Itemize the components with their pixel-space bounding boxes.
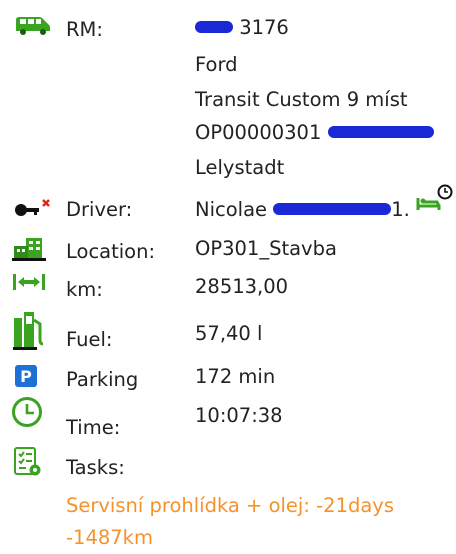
- vehicle-model: Transit Custom 9 míst: [195, 88, 408, 111]
- vehicle-make: Ford: [195, 53, 238, 76]
- task-list-icon[interactable]: [13, 446, 43, 478]
- parking-label: Parking: [66, 368, 139, 391]
- km-row: km: 28513,00: [0, 268, 456, 304]
- time-label: Time:: [66, 416, 121, 439]
- vehicle-location-city: Lelystadt: [195, 156, 285, 179]
- van-icon: [16, 17, 50, 35]
- driver-value: Nicolae 1.: [195, 194, 410, 227]
- location-row: Location: OP301_Stavba: [0, 230, 456, 266]
- plate-suffix: 3176: [239, 16, 289, 39]
- parking-value: 172 min: [195, 365, 276, 388]
- vehicle-label: RM:: [66, 18, 103, 41]
- vehicle-code-text: OP00000301: [195, 121, 322, 144]
- location-value: OP301_Stavba: [195, 237, 337, 260]
- km-value: 28513,00: [195, 275, 289, 298]
- fuel-value: 57,40 l: [195, 322, 263, 345]
- code-redaction: [327, 125, 434, 138]
- task-alert-line2: -1487km: [66, 526, 153, 549]
- driver-suffix: 1.: [391, 198, 410, 221]
- time-value: 10:07:38: [195, 404, 283, 427]
- parking-row: P Parking 172 min: [0, 356, 456, 396]
- svg-text:P: P: [20, 367, 32, 386]
- clock-icon: [12, 397, 42, 427]
- fuel-row: Fuel: 57,40 l: [0, 308, 456, 354]
- driver-redaction: [273, 202, 392, 215]
- fuel-label: Fuel:: [66, 328, 113, 351]
- vehicle-section: RM: 3176 Ford Transit Custom 9 míst OP00…: [0, 0, 456, 190]
- distance-arrows-icon: [13, 274, 45, 290]
- plate-redaction: [195, 20, 233, 33]
- bed-clock-icon[interactable]: [415, 184, 455, 216]
- vehicle-code: OP00000301: [195, 117, 434, 150]
- time-row: Time: 10:07:38: [0, 396, 456, 442]
- vehicle-plate: 3176: [195, 12, 289, 45]
- tasks-row: Tasks:: [0, 446, 456, 486]
- driver-label: Driver:: [66, 198, 133, 221]
- key-icon: [15, 199, 50, 216]
- km-label: km:: [66, 278, 103, 301]
- location-label: Location:: [66, 240, 156, 263]
- tasks-label: Tasks:: [66, 456, 125, 479]
- building-icon: [12, 238, 46, 261]
- driver-row: Driver: Nicolae 1.: [0, 184, 456, 230]
- parking-icon: P: [15, 365, 37, 387]
- task-alert-line1: Servisní prohlídka + olej: -21days: [66, 494, 394, 517]
- fuel-pump-icon: [13, 312, 44, 350]
- driver-name: Nicolae: [195, 198, 268, 221]
- task-alert[interactable]: Servisní prohlídka + olej: -21days -1487…: [66, 490, 446, 554]
